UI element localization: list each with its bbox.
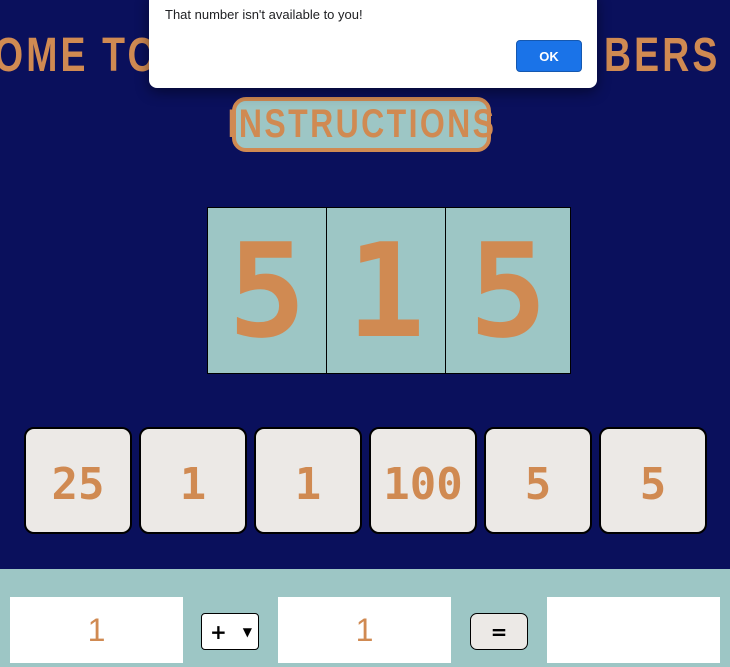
target-number-display: 5 1 5 (207, 207, 571, 374)
number-tile[interactable]: 5 (599, 427, 707, 534)
target-digit: 5 (208, 208, 327, 373)
ok-button[interactable]: OK (516, 40, 582, 72)
game-page: OME TO BERS C INSTRUCTIONS 5 1 5 25 1 1 … (0, 0, 730, 667)
instructions-label: INSTRUCTIONS (227, 102, 496, 146)
operator-value: + (210, 619, 227, 644)
number-tile[interactable]: 25 (24, 427, 132, 534)
equals-button[interactable]: = (470, 613, 528, 650)
number-tile[interactable]: 1 (254, 427, 362, 534)
target-digit: 5 (446, 208, 570, 373)
alert-message: That number isn't available to you! (165, 7, 363, 22)
page-title-right: BERS C (604, 29, 730, 82)
left-operand-field[interactable]: 1 (10, 597, 183, 663)
number-tile[interactable]: 1 (139, 427, 247, 534)
chevron-down-icon: ▼ (242, 624, 252, 639)
target-digit: 1 (327, 208, 446, 373)
number-tiles: 25 1 1 100 5 5 (24, 427, 707, 534)
result-field (547, 597, 720, 663)
right-operand-field[interactable]: 1 (278, 597, 451, 663)
instructions-button[interactable]: INSTRUCTIONS (227, 97, 494, 152)
number-tile[interactable]: 5 (484, 427, 592, 534)
number-tile[interactable]: 100 (369, 427, 477, 534)
operator-select[interactable]: + ▼ (201, 613, 259, 650)
alert-dialog: That number isn't available to you! OK (149, 0, 597, 88)
calculation-bar: 1 + ▼ 1 = (0, 569, 730, 667)
